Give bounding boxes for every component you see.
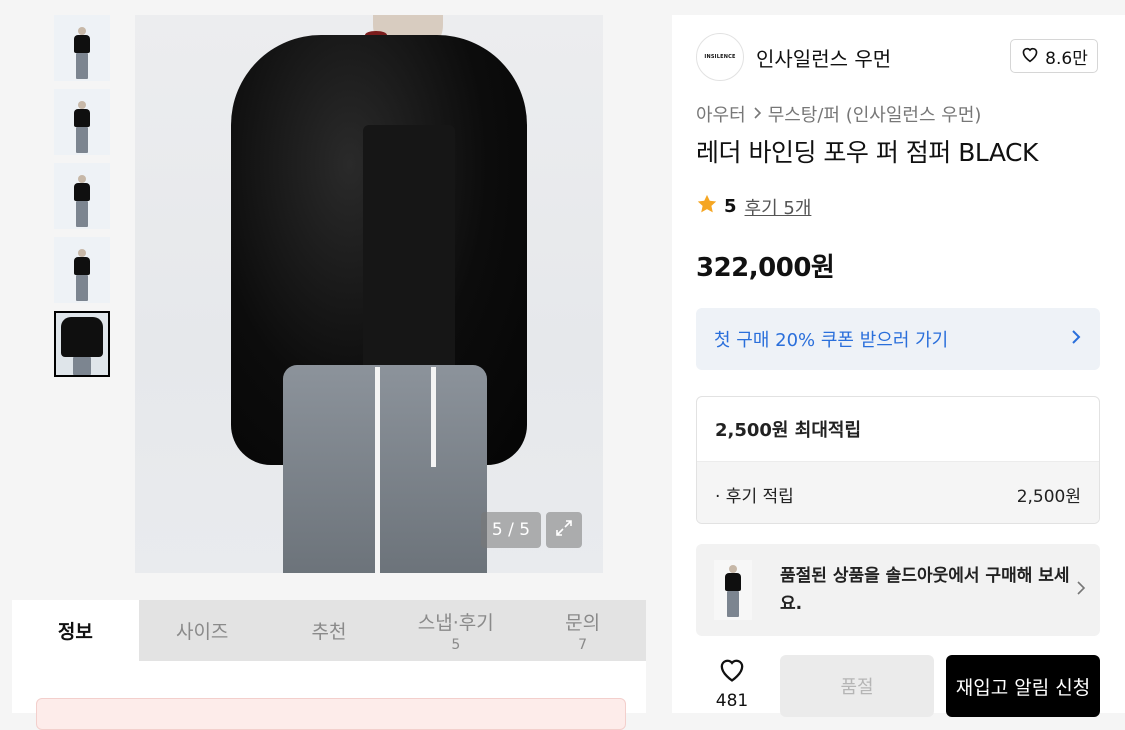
- first-purchase-coupon-button[interactable]: 첫 구매 20% 쿠폰 받으러 가기: [696, 308, 1100, 370]
- tab-snap-review[interactable]: 스냅·후기 5: [392, 600, 519, 661]
- expand-image-button[interactable]: [546, 512, 582, 548]
- breadcrumb-subcategory[interactable]: 무스탕/퍼 (인사일런스 우먼): [768, 101, 982, 127]
- jeans: [283, 365, 487, 573]
- thumbnail-list: [54, 15, 110, 385]
- wishlist-count: 481: [715, 691, 749, 711]
- thumbnail-5-active[interactable]: [54, 311, 110, 377]
- tab-label: 스냅·후기: [417, 612, 494, 634]
- review-count-link[interactable]: 후기 5개: [745, 194, 812, 220]
- tab-count: 7: [578, 637, 588, 653]
- product-tabs: 정보 사이즈 추천 스냅·후기 5 문의 7: [12, 600, 646, 661]
- tab-inquiry[interactable]: 문의 7: [519, 600, 646, 661]
- chevron-right-icon: [1076, 580, 1086, 600]
- thumbnail-1[interactable]: [54, 15, 110, 81]
- product-price: 322,000원: [696, 253, 835, 283]
- tab-label: 사이즈: [175, 621, 229, 643]
- drawstring: [431, 367, 436, 467]
- tab-label: 정보: [57, 621, 93, 643]
- rating-score: 5: [724, 196, 737, 217]
- brand-like-button[interactable]: 8.6만: [1010, 39, 1098, 73]
- wishlist-button[interactable]: 481: [708, 655, 756, 711]
- drawstring: [375, 367, 380, 573]
- notice-box: [36, 698, 626, 730]
- brand-logo[interactable]: INSILENCE: [696, 33, 744, 81]
- tab-size[interactable]: 사이즈: [139, 600, 266, 661]
- brand-name[interactable]: 인사일런스 우먼: [756, 43, 891, 72]
- review-points-row: · 후기 적립 2,500원: [697, 461, 1099, 523]
- star-icon: [696, 193, 718, 220]
- breadcrumb: 아우터 무스탕/퍼 (인사일런스 우먼): [696, 101, 981, 127]
- tab-label: 문의: [565, 612, 601, 634]
- image-counter: 5 / 5: [481, 512, 541, 548]
- soldout-banner[interactable]: 품절된 상품을 솔드아웃에서 구매해 보세요.: [696, 544, 1100, 636]
- soldout-banner-text: 품절된 상품을 솔드아웃에서 구매해 보세요.: [780, 566, 1070, 614]
- thumbnail-2[interactable]: [54, 89, 110, 155]
- coupon-label: 첫 구매 20% 쿠폰 받으러 가기: [714, 330, 949, 351]
- max-points: 2,500원 최대적립: [715, 420, 862, 441]
- brand-logo-text: INSILENCE: [704, 54, 736, 60]
- tab-recommend[interactable]: 추천: [266, 600, 393, 661]
- points-box: 2,500원 최대적립 · 후기 적립 2,500원: [696, 396, 1100, 524]
- heart-icon: [716, 655, 748, 687]
- heart-icon: [1020, 45, 1040, 68]
- breadcrumb-category[interactable]: 아우터: [696, 101, 746, 127]
- soldout-button: 품절: [780, 655, 934, 717]
- tab-count: 5: [451, 637, 461, 653]
- restock-alert-button[interactable]: 재입고 알림 신청: [946, 655, 1100, 717]
- thumbnail-3[interactable]: [54, 163, 110, 229]
- brand-like-count: 8.6만: [1045, 48, 1088, 69]
- product-title: 레더 바인딩 포우 퍼 점퍼 BLACK: [696, 138, 1038, 167]
- tab-label: 추천: [311, 621, 347, 643]
- chevron-right-icon: [1070, 328, 1082, 351]
- tab-info[interactable]: 정보: [12, 600, 139, 661]
- expand-icon: [554, 518, 574, 542]
- product-rating: 5 후기 5개: [696, 193, 811, 220]
- review-points-label: · 후기 적립: [715, 486, 794, 507]
- soldout-product-thumbnail: [714, 560, 752, 620]
- review-points-value: 2,500원: [1016, 486, 1081, 507]
- thumbnail-4[interactable]: [54, 237, 110, 303]
- chevron-right-icon: [752, 104, 762, 125]
- main-product-image[interactable]: [135, 15, 603, 573]
- product-info-panel: INSILENCE 인사일런스 우먼 8.6만 아우터 무스탕/퍼 (인사일런스…: [672, 15, 1125, 717]
- inner-top: [363, 125, 455, 385]
